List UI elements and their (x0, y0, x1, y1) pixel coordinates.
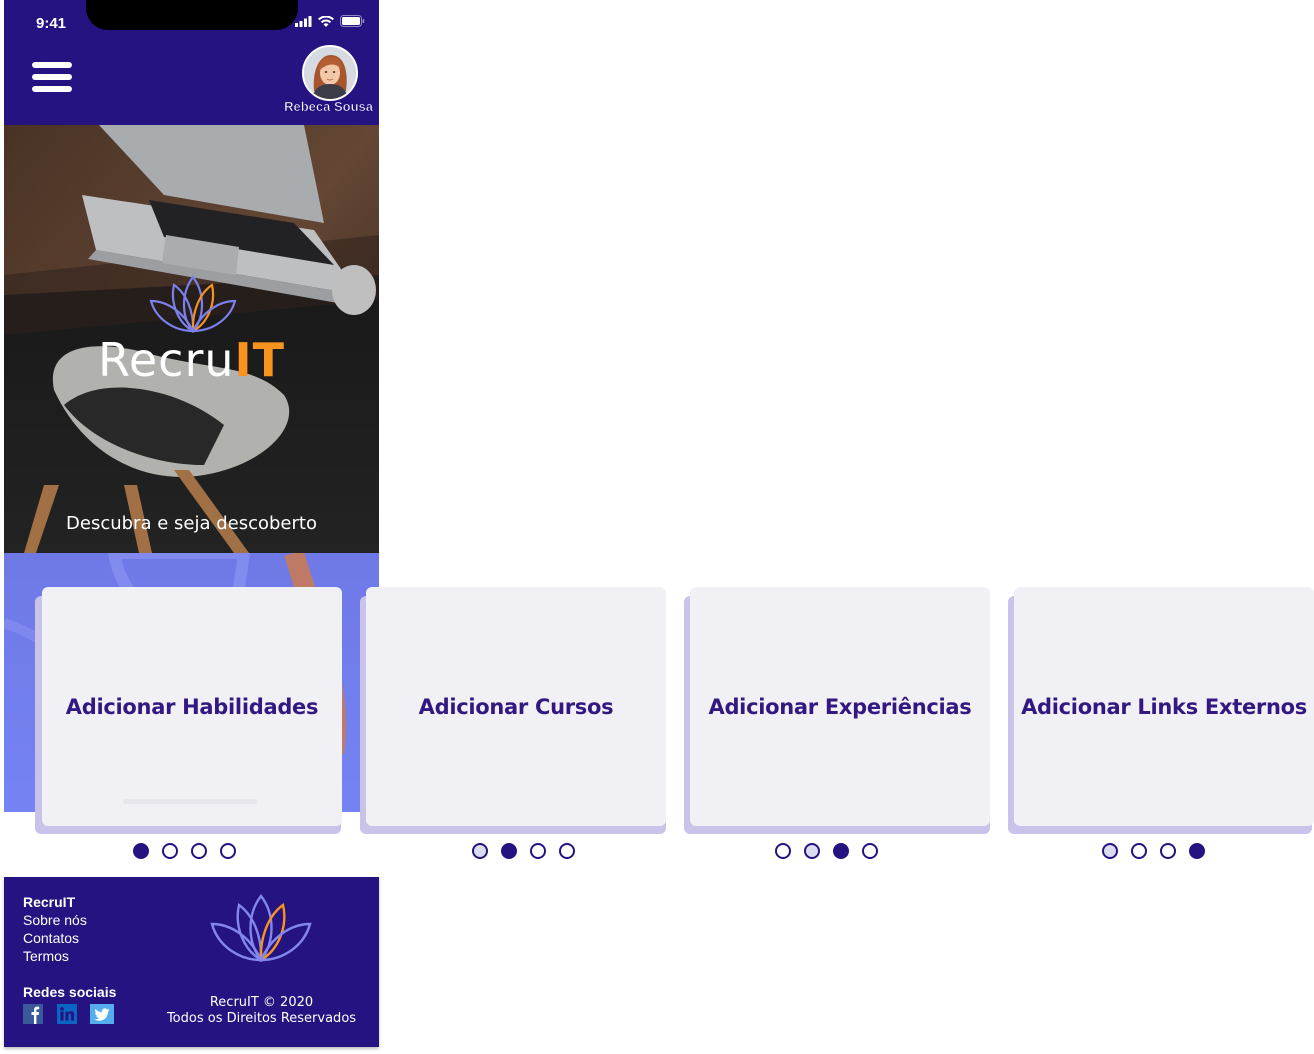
app-header: Rebeca Sousa (4, 37, 379, 125)
footer-link-about[interactable]: Sobre nós (23, 912, 87, 928)
pagination-dot[interactable] (775, 843, 791, 859)
pagination-dot[interactable] (133, 843, 149, 859)
home-indicator (123, 799, 257, 804)
pagination-dot[interactable] (833, 843, 849, 859)
pagination-dot[interactable] (559, 843, 575, 859)
user-avatar[interactable] (302, 45, 358, 101)
footer-link-recruit[interactable]: RecruIT (23, 894, 75, 910)
card-add-skills[interactable]: Adicionar Habilidades (42, 587, 342, 826)
card-title: Adicionar Habilidades (65, 694, 319, 719)
recruit-lotus-logo (210, 894, 312, 963)
pagination-dot[interactable] (501, 843, 517, 859)
card-add-external-links[interactable]: Adicionar Links Externos (1014, 587, 1314, 826)
carousel-pagination-1 (133, 843, 236, 859)
status-time: 9:41 (36, 15, 67, 32)
carousel-pagination-2 (472, 843, 575, 859)
pagination-dot[interactable] (472, 843, 488, 859)
facebook-icon[interactable] (23, 1004, 45, 1024)
social-heading: Redes sociais (23, 984, 117, 1000)
pagination-dot[interactable] (862, 843, 878, 859)
pagination-dot[interactable] (1189, 843, 1205, 859)
copyright-line-1: RecruIT © 2020 (209, 995, 314, 1010)
brand-wordmark: RecruIT (4, 333, 379, 387)
pagination-dot[interactable] (530, 843, 546, 859)
card-title: Adicionar Experiências (708, 694, 972, 719)
pagination-dot[interactable] (191, 843, 207, 859)
brand-prefix: Recru (97, 333, 235, 387)
recruit-lotus-logo (149, 275, 237, 333)
user-name: Rebeca Sousa (284, 99, 373, 115)
hero-banner: RecruIT Descubra e seja descoberto (4, 125, 379, 553)
wifi-icon (318, 15, 334, 27)
copyright-line-2: Todos os Direitos Reservados (166, 1011, 357, 1026)
card-title: Adicionar Links Externos (1021, 694, 1307, 719)
pagination-dot[interactable] (1160, 843, 1176, 859)
pagination-dot[interactable] (1131, 843, 1147, 859)
status-bar: 9:41 (4, 0, 379, 37)
battery-icon (340, 15, 365, 27)
hero-tagline: Descubra e seja descoberto (66, 513, 317, 534)
pagination-dot[interactable] (804, 843, 820, 859)
status-icons (295, 15, 365, 27)
pagination-dot[interactable] (162, 843, 178, 859)
pagination-dot[interactable] (220, 843, 236, 859)
footer-link-contacts[interactable]: Contatos (23, 930, 79, 946)
hamburger-menu-icon[interactable] (32, 62, 72, 94)
card-add-courses[interactable]: Adicionar Cursos (366, 587, 666, 826)
twitter-icon[interactable] (90, 1004, 114, 1024)
app-footer: RecruIT Sobre nós Contatos Termos Redes … (4, 877, 379, 1047)
carousel-pagination-4 (1102, 843, 1205, 859)
carousel-pagination-3 (775, 843, 878, 859)
brand-suffix: IT (234, 333, 286, 387)
device-notch (86, 0, 298, 30)
pagination-dot[interactable] (1102, 843, 1118, 859)
card-title: Adicionar Cursos (418, 694, 614, 719)
linkedin-icon[interactable] (57, 1004, 79, 1024)
footer-link-terms[interactable]: Termos (23, 948, 69, 964)
card-add-experiences[interactable]: Adicionar Experiências (690, 587, 990, 826)
signal-icon (295, 15, 312, 27)
